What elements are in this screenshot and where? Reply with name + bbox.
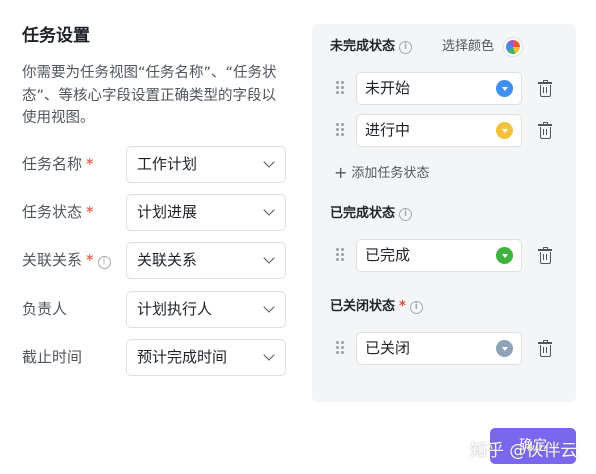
info-icon[interactable]: i: [399, 208, 413, 221]
chevron-down-icon: [263, 204, 275, 216]
page-title: 任务设置: [22, 26, 90, 46]
trash-icon[interactable]: [538, 122, 552, 139]
settings-form: 任务设置 你需要为任务视图“任务名称”、“任务状态”、等核心字段设置正确类型的字…: [22, 24, 286, 130]
status-row-done: 已完成: [330, 239, 562, 272]
task-status-select[interactable]: 计划进展: [126, 194, 286, 231]
status-row-not-started: 未开始: [330, 72, 562, 105]
field-row-task-status: 任务状态 * 计划进展: [22, 194, 286, 231]
field-row-assignee: 负责人 计划执行人: [22, 291, 286, 328]
chevron-down-icon: [263, 252, 275, 264]
drag-handle-icon[interactable]: [336, 248, 344, 262]
drag-handle-icon[interactable]: [336, 81, 344, 95]
plus-icon: +: [334, 163, 348, 182]
deadline-select[interactable]: 预计完成时间: [126, 339, 286, 376]
required-mark: *: [86, 155, 94, 173]
status-panel: 未完成状态 i 选择颜色 未开始 进行中 + 添加任务状态 已完成状态 i 已完成 已…: [312, 24, 576, 402]
field-label: 负责人: [22, 300, 68, 318]
info-icon[interactable]: i: [399, 41, 413, 54]
page-description: 你需要为任务视图“任务名称”、“任务状态”、等核心字段设置正确类型的字段以使用视…: [22, 65, 277, 126]
required-mark: *: [86, 203, 94, 221]
field-label: 任务名称 *: [22, 155, 94, 173]
watermark: 知乎 @伙伴云: [470, 441, 578, 461]
color-wheel-icon[interactable]: [504, 38, 522, 56]
field-label: 截止时间: [22, 348, 83, 366]
assignee-select[interactable]: 计划执行人: [126, 291, 286, 328]
status-name-input[interactable]: 已完成: [356, 239, 522, 272]
info-icon[interactable]: i: [409, 301, 423, 314]
section-title-closed: 已关闭状态 * i: [330, 298, 423, 316]
section-title-incomplete: 未完成状态 i: [330, 38, 413, 56]
color-dot-chevron-icon[interactable]: [496, 122, 513, 139]
field-row-deadline: 截止时间 预计完成时间: [22, 339, 286, 376]
field-label: 任务状态 *: [22, 203, 94, 221]
section-title-completed: 已完成状态 i: [330, 205, 413, 223]
relation-select[interactable]: 关联关系: [126, 242, 286, 279]
status-name-input[interactable]: 未开始: [356, 72, 522, 105]
status-name-input[interactable]: 进行中: [356, 114, 522, 147]
status-row-in-progress: 进行中: [330, 114, 562, 147]
pick-color-label: 选择颜色: [442, 39, 495, 54]
trash-icon[interactable]: [538, 247, 552, 264]
drag-handle-icon[interactable]: [336, 341, 344, 355]
field-row-task-name: 任务名称 * 工作计划: [22, 146, 286, 183]
trash-icon[interactable]: [538, 80, 552, 97]
add-status-button[interactable]: + 添加任务状态: [334, 164, 429, 183]
status-name-input[interactable]: 已关闭: [356, 332, 522, 365]
field-label: 关联关系 * i: [22, 242, 111, 279]
chevron-down-icon: [263, 349, 275, 361]
drag-handle-icon[interactable]: [336, 123, 344, 137]
trash-icon[interactable]: [538, 340, 552, 357]
status-row-closed: 已关闭: [330, 332, 562, 365]
color-dot-chevron-icon[interactable]: [496, 340, 513, 357]
task-name-select[interactable]: 工作计划: [126, 146, 286, 183]
required-mark: *: [86, 251, 94, 269]
chevron-down-icon: [263, 156, 275, 168]
color-dot-chevron-icon[interactable]: [496, 80, 513, 97]
field-row-relation: 关联关系 * i 关联关系: [22, 242, 286, 279]
required-mark: *: [399, 299, 406, 314]
info-icon[interactable]: i: [97, 256, 111, 269]
chevron-down-icon: [263, 301, 275, 313]
color-dot-chevron-icon[interactable]: [496, 247, 513, 264]
